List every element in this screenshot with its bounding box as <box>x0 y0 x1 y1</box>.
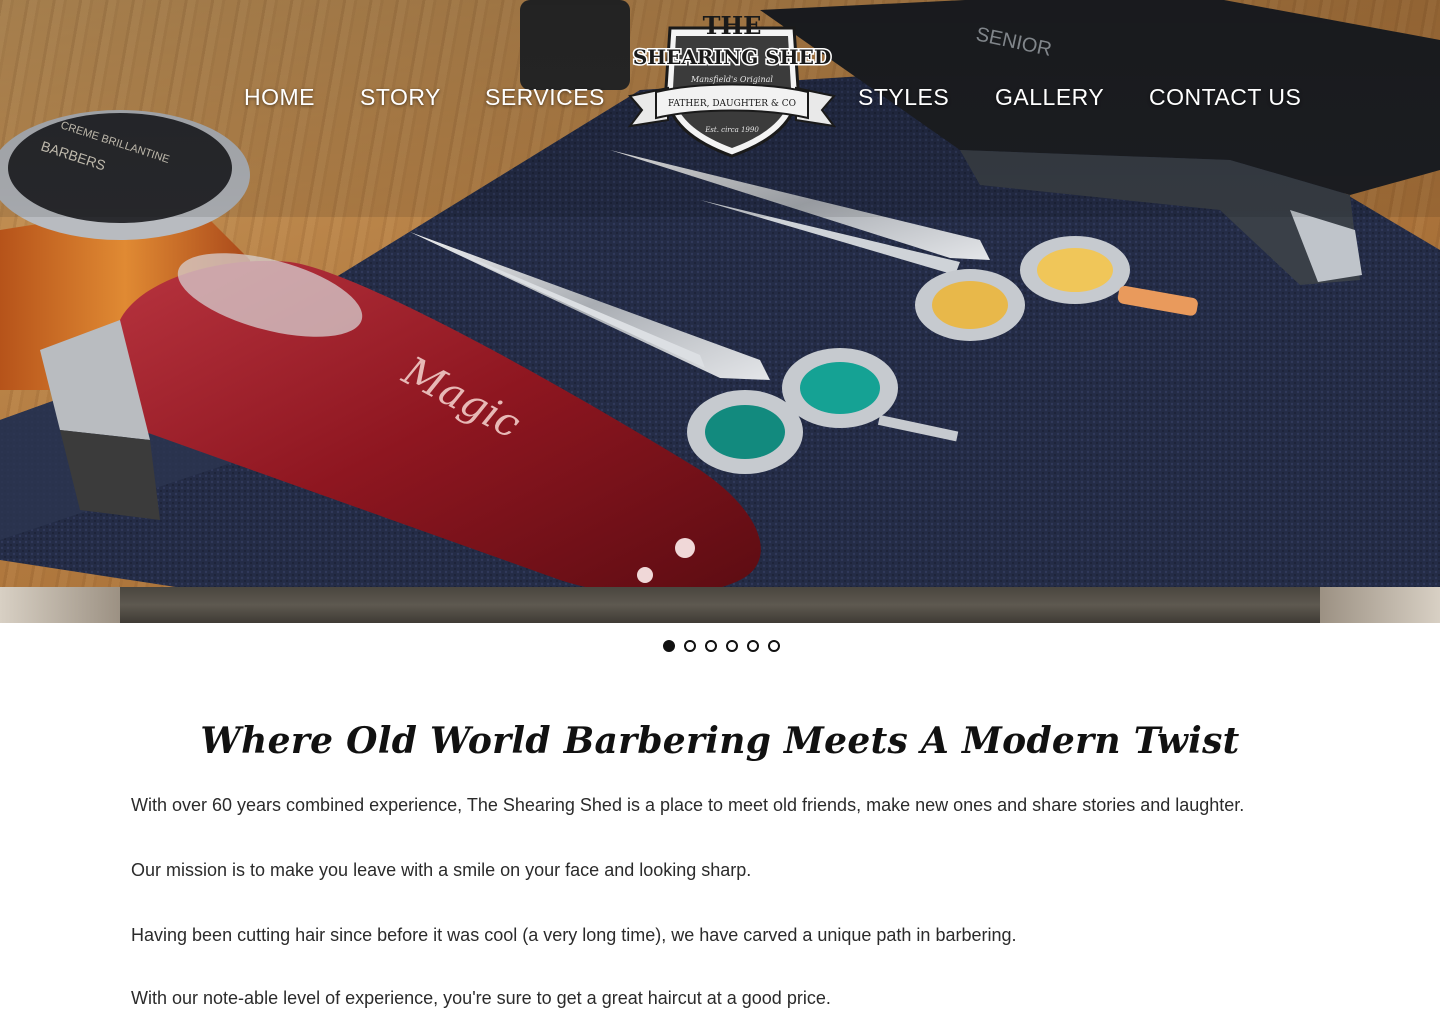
leather-strip <box>0 587 1440 623</box>
slider-pagination <box>663 640 780 654</box>
slide-dot-1[interactable] <box>663 640 675 652</box>
svg-text:Est. circa 1990: Est. circa 1990 <box>704 126 759 134</box>
nav-contact-us[interactable]: CONTACT US <box>1149 84 1301 111</box>
svg-text:Mansfield's Original: Mansfield's Original <box>690 75 773 84</box>
nav-styles[interactable]: STYLES <box>858 84 949 111</box>
slide-dot-2[interactable] <box>684 640 696 652</box>
intro-paragraph-2: Our mission is to make you leave with a … <box>131 860 752 880</box>
slide-dot-4[interactable] <box>726 640 738 652</box>
nav-story[interactable]: STORY <box>360 84 441 111</box>
svg-text:SHEARING SHED: SHEARING SHED <box>633 45 831 69</box>
strip-edge-right <box>1320 587 1440 623</box>
nav-home[interactable]: HOME <box>244 84 315 111</box>
shearing-shed-logo[interactable]: THE SHEARING SHED Mansfield's Original F… <box>628 8 836 158</box>
logo-emblem: THE SHEARING SHED Mansfield's Original F… <box>628 11 836 158</box>
intro-paragraph-1: With over 60 years combined experience, … <box>131 795 1245 815</box>
main-nav: HOME STORY SERVICES THE SHEARING SHED Ma… <box>0 0 1440 160</box>
intro-paragraph-4: With our note-able level of experience, … <box>131 988 831 1008</box>
slide-dot-3[interactable] <box>705 640 717 652</box>
slide-dot-6[interactable] <box>768 640 780 652</box>
svg-text:THE: THE <box>703 11 762 40</box>
intro-paragraph-3: Having been cutting hair since before it… <box>131 925 1017 945</box>
nav-gallery[interactable]: GALLERY <box>995 84 1104 111</box>
strip-edge-left <box>0 587 120 623</box>
nav-services[interactable]: SERVICES <box>485 84 605 111</box>
page-tagline: Where Old World Barbering Meets A Modern… <box>200 720 1240 763</box>
svg-text:FATHER, DAUGHTER & CO: FATHER, DAUGHTER & CO <box>668 99 796 109</box>
slide-dot-5[interactable] <box>747 640 759 652</box>
